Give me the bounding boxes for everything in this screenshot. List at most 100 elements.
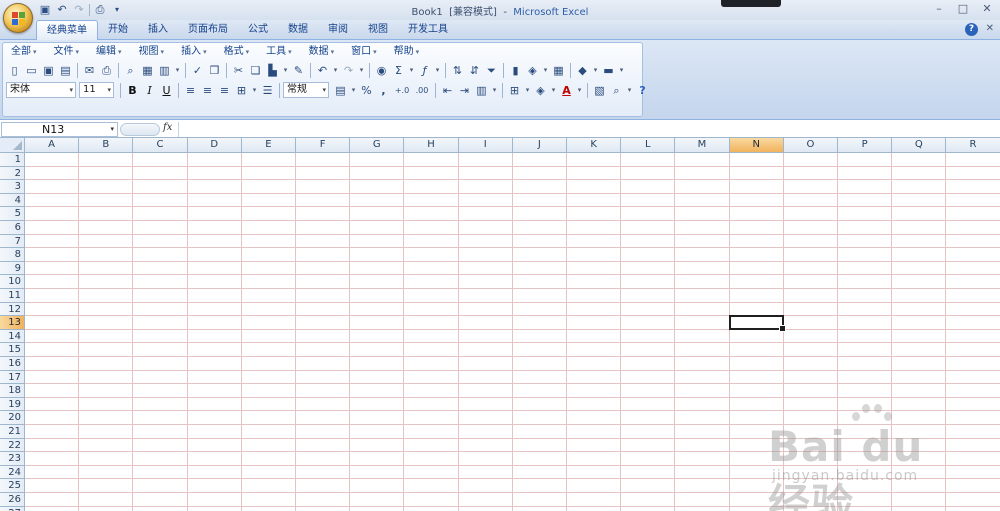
row-header-1[interactable]: 1 — [0, 153, 25, 167]
cut-icon[interactable]: ✂ — [230, 62, 247, 79]
customize-qat-icon[interactable]: ▾ — [110, 3, 124, 17]
spelling-icon[interactable]: ✓ — [189, 62, 206, 79]
font-name-select[interactable]: 宋体 ▾ — [6, 82, 76, 98]
row-header-19[interactable]: 19 — [0, 397, 25, 412]
tab-0[interactable]: 经典菜单 — [36, 20, 98, 41]
open-icon[interactable]: ▭ — [23, 62, 40, 79]
email-icon[interactable]: ✉ — [81, 62, 98, 79]
column-header-h[interactable]: H — [404, 138, 459, 153]
save-icon[interactable]: ▣ — [40, 62, 57, 79]
tab-7[interactable]: 视图 — [358, 20, 398, 40]
redo-icon[interactable]: ↷ — [72, 3, 86, 17]
align-left-icon[interactable]: ≡ — [182, 82, 199, 99]
chevron-down-icon[interactable]: ▾ — [591, 62, 600, 79]
decrease-indent-icon[interactable]: ⇤ — [439, 82, 456, 99]
column-header-k[interactable]: K — [567, 138, 622, 153]
menu-item-4[interactable]: 插入 ▾ — [177, 45, 212, 59]
column-header-p[interactable]: P — [838, 138, 893, 153]
row-header-21[interactable]: 21 — [0, 425, 25, 439]
chevron-down-icon[interactable]: ▾ — [549, 82, 558, 99]
drawing-icon[interactable]: ◈ — [524, 62, 541, 79]
row-header-11[interactable]: 11 — [0, 289, 25, 303]
minimize-icon[interactable]: – — [932, 2, 946, 16]
maximize-icon[interactable]: □ — [956, 2, 970, 16]
table-icon[interactable]: ▦ — [550, 62, 567, 79]
chevron-down-icon[interactable]: ▾ — [407, 62, 416, 79]
row-header-15[interactable]: 15 — [0, 343, 25, 357]
format-painter-icon[interactable]: ✎ — [290, 62, 307, 79]
worksheet-grid[interactable]: ABCDEFGHIJKLMNOPQR 1 2 3 4 5 6 7 8 9 10 11 12 13 14 15… — [0, 138, 1000, 511]
chevron-down-icon[interactable]: ▾ — [625, 82, 634, 99]
select-all-button[interactable] — [0, 138, 25, 153]
chevron-down-icon[interactable]: ▾ — [433, 62, 442, 79]
row-header-2[interactable]: 2 — [0, 166, 25, 181]
chevron-down-icon[interactable]: ▾ — [110, 123, 114, 136]
format-cells-icon[interactable]: ▥ — [473, 82, 490, 99]
print-preview-icon[interactable]: ⌕ — [122, 62, 139, 79]
row-header-27[interactable]: 27 — [0, 506, 25, 511]
chevron-down-icon[interactable]: ▾ — [281, 62, 290, 79]
close-icon[interactable]: ✕ — [980, 2, 994, 16]
column-header-i[interactable]: I — [458, 138, 513, 153]
column-header-n[interactable]: N — [729, 138, 784, 153]
menu-item-2[interactable]: 编辑 ▾ — [92, 45, 127, 59]
research-icon[interactable]: ❐ — [206, 62, 223, 79]
menu-item-6[interactable]: 工具 ▾ — [262, 45, 297, 59]
menu-item-8[interactable]: 窗口 ▾ — [347, 45, 382, 59]
row-header-9[interactable]: 9 — [0, 261, 25, 276]
increase-decimal-button[interactable]: +.0 — [392, 82, 412, 99]
merge-center-icon[interactable]: ⊞ — [233, 82, 250, 99]
cell-area[interactable] — [25, 153, 1000, 511]
currency-icon[interactable]: ▤ — [332, 82, 349, 99]
tab-2[interactable]: 插入 — [138, 20, 178, 40]
tab-3[interactable]: 页面布局 — [178, 20, 238, 40]
menu-item-5[interactable]: 格式 ▾ — [220, 45, 255, 59]
row-header-14[interactable]: 14 — [0, 329, 25, 344]
column-header-d[interactable]: D — [187, 138, 242, 153]
preview-icon[interactable]: ▦ — [139, 62, 156, 79]
row-header-25[interactable]: 25 — [0, 479, 25, 493]
column-header-b[interactable]: B — [79, 138, 134, 153]
row-header-20[interactable]: 20 — [0, 411, 25, 425]
row-header-12[interactable]: 12 — [0, 302, 25, 317]
align-right-icon[interactable]: ≡ — [216, 82, 233, 99]
chevron-down-icon[interactable]: ▾ — [173, 62, 182, 79]
wrap-text-icon[interactable]: ☰ — [259, 82, 276, 99]
column-header-e[interactable]: E — [241, 138, 296, 153]
chevron-down-icon[interactable]: ▾ — [349, 82, 358, 99]
font-size-select[interactable]: 11 ▾ — [79, 82, 114, 98]
row-header-22[interactable]: 22 — [0, 438, 25, 453]
number-format-select[interactable]: 常规 ▾ — [283, 82, 329, 98]
quick-print-icon[interactable]: ⎙ — [93, 3, 107, 17]
macro-icon[interactable]: ◆ — [574, 62, 591, 79]
zoom-icon[interactable]: ⌕ — [608, 82, 625, 99]
menu-item-7[interactable]: 数据 ▾ — [305, 45, 340, 59]
tab-8[interactable]: 开发工具 — [398, 20, 458, 40]
chevron-down-icon[interactable]: ▾ — [250, 82, 259, 99]
menu-item-9[interactable]: 帮助 ▾ — [390, 45, 425, 59]
row-header-10[interactable]: 10 — [0, 275, 25, 289]
chart-icon[interactable]: ▮ — [507, 62, 524, 79]
column-header-g[interactable]: G — [350, 138, 405, 153]
underline-button[interactable]: U — [158, 82, 175, 99]
tab-4[interactable]: 公式 — [238, 20, 278, 40]
tab-6[interactable]: 审阅 — [318, 20, 358, 40]
menu-item-1[interactable]: 文件 ▾ — [50, 45, 85, 59]
increase-indent-icon[interactable]: ⇥ — [456, 82, 473, 99]
sort-descending-icon[interactable]: ⇵ — [466, 62, 483, 79]
row-header-3[interactable]: 3 — [0, 180, 25, 194]
row-header-6[interactable]: 6 — [0, 221, 25, 235]
row-header-16[interactable]: 16 — [0, 357, 25, 371]
tab-1[interactable]: 开始 — [98, 20, 138, 40]
active-cell[interactable] — [728, 315, 786, 332]
office-button[interactable] — [3, 3, 33, 33]
help-icon[interactable]: ? — [634, 82, 651, 99]
row-header-17[interactable]: 17 — [0, 370, 25, 385]
ribbon-close-icon[interactable]: ✕ — [986, 23, 994, 34]
row-header-18[interactable]: 18 — [0, 384, 25, 398]
chevron-down-icon[interactable]: ▾ — [541, 62, 550, 79]
row-header-4[interactable]: 4 — [0, 193, 25, 208]
borders-icon[interactable]: ⊞ — [506, 82, 523, 99]
row-header-5[interactable]: 5 — [0, 207, 25, 221]
page-setup-icon[interactable]: ▥ — [156, 62, 173, 79]
